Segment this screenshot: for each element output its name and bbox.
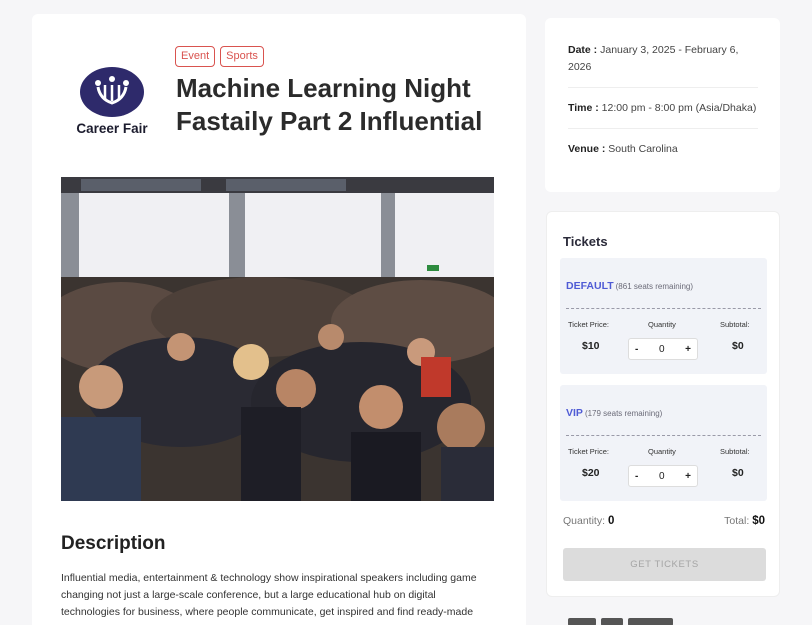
quantity-label: Quantity [648, 447, 676, 456]
ticket-vip: VIP (179 seats remaining) Ticket Price: Q… [560, 385, 767, 501]
ticket-price: $10 [582, 340, 600, 352]
description-text: Influential media, entertainment & techn… [61, 572, 477, 618]
quantity-total-label: Quantity: [563, 515, 606, 527]
quantity-value[interactable]: 0 [659, 344, 665, 355]
tickets-heading: Tickets [563, 234, 608, 249]
blurred-text [628, 618, 673, 625]
ticket-subtotal: $0 [732, 340, 744, 352]
total-summary: Total: $0 [724, 515, 765, 527]
total-label: Total: [724, 515, 750, 527]
tickets-card: Tickets DEFAULT (861 seats remaining) Tic… [546, 211, 780, 597]
divider [568, 128, 758, 129]
event-hero-image [61, 177, 494, 501]
ticket-type: DEFAULT [566, 280, 614, 292]
quantity-total-value: 0 [607, 515, 615, 527]
next-card-heading-peek [568, 618, 676, 625]
ticket-price: $20 [582, 467, 600, 479]
description-heading: Description [61, 533, 166, 554]
total-value: $0 [752, 515, 765, 527]
date-label: Date : [568, 44, 598, 56]
blurred-text [568, 618, 596, 625]
logo-text: Career Fair [76, 121, 148, 136]
time-value: 12:00 pm - 8:00 pm (Asia/Dhaka) [601, 102, 757, 114]
time-row: Time : 12:00 pm - 8:00 pm (Asia/Dhaka) [568, 100, 758, 117]
seats-remaining: (179 seats remaining) [584, 409, 663, 418]
quantity-stepper: - 0 + [628, 465, 698, 487]
career-fair-logo: Career Fair [70, 62, 154, 142]
quantity-label: Quantity [648, 320, 676, 329]
ticket-type: VIP [566, 407, 583, 419]
decrement-button[interactable]: - [635, 471, 638, 482]
venue-label: Venue : [568, 143, 606, 155]
divider [568, 87, 758, 88]
event-title: Machine Learning Night Fastaily Part 2 I… [176, 73, 483, 136]
time-label: Time : [568, 102, 599, 114]
ticket-name: VIP (179 seats remaining) [566, 407, 662, 419]
increment-button[interactable]: + [685, 471, 691, 482]
increment-button[interactable]: + [685, 344, 691, 355]
blurred-text [601, 618, 623, 625]
tag-event[interactable]: Event [175, 46, 216, 67]
crowd-photo-icon [61, 177, 494, 501]
venue-row: Venue : South Carolina [568, 141, 758, 158]
price-label: Ticket Price: [568, 320, 609, 329]
quantity-value[interactable]: 0 [659, 471, 665, 482]
dashed-divider [566, 308, 761, 309]
subtotal-label: Subtotal: [720, 320, 750, 329]
event-info-card: Date : January 3, 2025 - February 6, 202… [545, 18, 780, 192]
venue-value: South Carolina [608, 143, 678, 155]
price-label: Ticket Price: [568, 447, 609, 456]
ticket-default: DEFAULT (861 seats remaining) Ticket Pric… [560, 258, 767, 374]
get-tickets-button[interactable]: GET TICKETS [563, 548, 766, 581]
seats-remaining: (861 seats remaining) [615, 282, 694, 291]
quantity-summary: Quantity: 0 [563, 515, 614, 527]
ticket-name: DEFAULT (861 seats remaining) [566, 280, 693, 292]
ticket-subtotal: $0 [732, 467, 744, 479]
dashed-divider [566, 435, 761, 436]
event-tags: Event Sports [175, 46, 264, 67]
subtotal-label: Subtotal: [720, 447, 750, 456]
date-row: Date : January 3, 2025 - February 6, 202… [568, 42, 758, 76]
decrement-button[interactable]: - [635, 344, 638, 355]
crown-logo-icon [80, 67, 144, 117]
tag-sports[interactable]: Sports [220, 46, 264, 67]
quantity-stepper: - 0 + [628, 338, 698, 360]
